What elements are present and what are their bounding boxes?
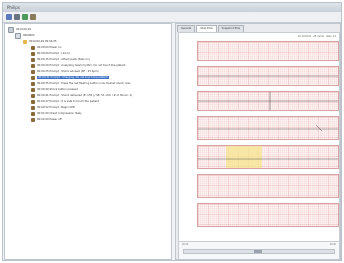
tree-session[interactable]: 2010-09-29 09:54:05 bbox=[23, 39, 57, 44]
event-icon bbox=[31, 75, 35, 80]
event-item[interactable]: 00:00:40 Shock button pressed bbox=[31, 87, 78, 92]
event-icon bbox=[31, 99, 35, 104]
scale-label: 10 mm/mV · 25 mm/s · Gain ×1 bbox=[297, 35, 336, 38]
event-icon bbox=[31, 111, 35, 116]
event-item[interactable]: 00:00:41 Prompt : Shock delivered (E: 15… bbox=[31, 93, 132, 98]
ecg-strip[interactable] bbox=[197, 116, 339, 140]
event-icon bbox=[31, 45, 35, 50]
event-icon bbox=[31, 117, 35, 122]
ecg-strip[interactable] bbox=[197, 91, 339, 111]
tree-device[interactable]: 0000003 bbox=[15, 32, 35, 39]
settings-icon[interactable] bbox=[30, 14, 36, 20]
folder-icon bbox=[8, 26, 14, 33]
app-window: Philips 2010-09-29 0000003 2010-09-29 09… bbox=[2, 2, 342, 261]
print-icon[interactable] bbox=[14, 14, 20, 20]
tab-general[interactable]: General bbox=[177, 25, 196, 32]
ecg-trace bbox=[198, 75, 338, 77]
event-item[interactable]: 00:00:09 Prompt : Link to bbox=[31, 51, 70, 56]
ecg-trace bbox=[198, 92, 338, 110]
toolbar bbox=[3, 12, 341, 23]
event-icon bbox=[31, 63, 35, 68]
event-icon bbox=[31, 105, 35, 110]
tree-root[interactable]: 2010-09-29 bbox=[8, 26, 31, 33]
session-icon bbox=[23, 39, 27, 44]
ecg-strip[interactable] bbox=[197, 203, 339, 227]
event-item[interactable]: 00:01:00 Chest compression likely bbox=[31, 111, 82, 116]
scroll-thumb[interactable] bbox=[254, 250, 262, 253]
save-icon[interactable] bbox=[6, 14, 12, 20]
ecg-strip[interactable] bbox=[197, 41, 339, 61]
ecg-trace bbox=[198, 124, 338, 132]
event-item[interactable]: 00:00:00 Power on bbox=[31, 45, 61, 50]
tab-bar: General Strip ECG Snapshot ECG bbox=[177, 25, 245, 32]
ecg-trace bbox=[198, 158, 338, 160]
event-item-selected[interactable]: 00:00:31 Prompt : Charging. Do not touch… bbox=[31, 75, 109, 80]
ecg-plot-area: 10 mm/mV · 25 mm/s · Gain ×1 bbox=[178, 32, 340, 242]
ecg-strip[interactable] bbox=[197, 66, 339, 86]
event-item[interactable]: 00:00:35 Prompt : Press the red flashing… bbox=[31, 81, 131, 86]
event-icon bbox=[31, 57, 35, 62]
tab-snapshot-ecg[interactable]: Snapshot ECG bbox=[217, 25, 245, 32]
time-start: 00:00 bbox=[182, 243, 189, 246]
event-tree-panel: 2010-09-29 0000003 2010-09-29 09:54:05 0… bbox=[4, 23, 172, 260]
ecg-panel: General Strip ECG Snapshot ECG 10 mm/mV … bbox=[175, 23, 341, 260]
event-icon bbox=[31, 81, 35, 86]
event-item[interactable]: 00:00:15 Prompt : Attach pads (Pads on) bbox=[31, 57, 90, 62]
time-end: 00:00 bbox=[329, 243, 336, 246]
device-icon bbox=[15, 32, 21, 39]
ecg-strip[interactable] bbox=[197, 145, 339, 169]
window-title: Philips bbox=[7, 5, 20, 10]
refresh-icon[interactable] bbox=[22, 14, 28, 20]
event-item[interactable]: 00:00:25 Prompt : Shock advised (RF : 25… bbox=[31, 69, 99, 74]
event-item[interactable]: 00:00:20 Prompt : Analyzing heart rhythm… bbox=[31, 63, 125, 68]
event-item[interactable]: 00:02:00 Power off bbox=[31, 117, 62, 122]
event-icon bbox=[31, 93, 35, 98]
horizontal-scrollbar[interactable] bbox=[183, 249, 335, 254]
ecg-strip[interactable] bbox=[197, 174, 339, 198]
timeline-bar: 00:00 00:00 bbox=[178, 241, 340, 259]
event-icon bbox=[31, 87, 35, 92]
tab-strip-ecg[interactable]: Strip ECG bbox=[196, 25, 217, 32]
event-icon bbox=[31, 51, 35, 56]
event-item[interactable]: 00:00:52 Prompt : Begin CPR bbox=[31, 105, 75, 110]
event-icon bbox=[31, 69, 35, 74]
event-item[interactable]: 00:00:47 Prompt : It is safe to touch th… bbox=[31, 99, 99, 104]
